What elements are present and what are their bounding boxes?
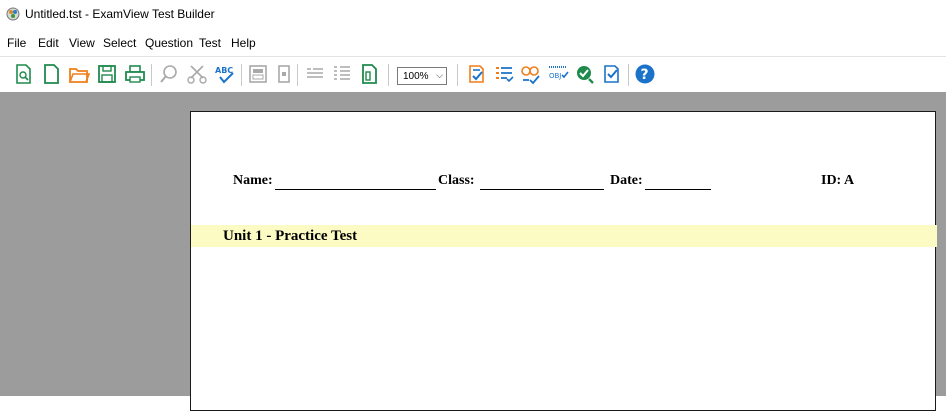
verify-icon[interactable] xyxy=(574,63,596,85)
svg-text:?: ? xyxy=(641,67,649,83)
calculator-icon[interactable] xyxy=(247,63,269,85)
toolbar-separator xyxy=(297,64,298,86)
toolbar: ABC 100% ⌵ OBJ ? xyxy=(0,56,946,93)
toggle-icon[interactable] xyxy=(273,63,295,85)
toolbar-separator xyxy=(151,64,152,86)
class-blank xyxy=(480,189,604,190)
cut-icon[interactable] xyxy=(186,63,208,85)
menu-edit[interactable]: Edit xyxy=(38,36,59,50)
menu-question[interactable]: Question xyxy=(145,36,193,50)
toolbar-separator xyxy=(628,64,629,86)
chevron-down-icon: ⌵ xyxy=(436,70,443,80)
date-blank xyxy=(645,189,711,190)
list-icon[interactable] xyxy=(304,63,326,85)
toolbar-separator xyxy=(457,64,458,86)
test-page[interactable]: Name: Class: Date: ID: A Unit 1 - Practi… xyxy=(190,111,937,411)
save-icon[interactable] xyxy=(96,63,118,85)
name-label: Name: xyxy=(233,173,273,188)
svg-text:OBJ: OBJ xyxy=(549,72,561,80)
assign-icon[interactable] xyxy=(601,63,623,85)
toolbar-separator xyxy=(241,64,242,86)
document-workspace[interactable]: Name: Class: Date: ID: A Unit 1 - Practi… xyxy=(0,92,946,411)
new-test-icon[interactable] xyxy=(12,63,34,85)
id-label: ID: A xyxy=(821,173,855,188)
zoom-select[interactable]: 100% ⌵ xyxy=(397,67,447,85)
page-icon[interactable] xyxy=(358,63,380,85)
menu-view[interactable]: View xyxy=(69,36,95,50)
test-title-band[interactable]: Unit 1 - Practice Test xyxy=(191,225,937,247)
menu-bar: File Edit View Select Question Test Help xyxy=(0,32,946,54)
window-title: Untitled.tst - ExamView Test Builder xyxy=(25,7,215,21)
numbered-list-icon[interactable] xyxy=(331,63,353,85)
class-label: Class: xyxy=(438,173,475,188)
objectives-icon[interactable]: OBJ xyxy=(547,63,569,85)
menu-help[interactable]: Help xyxy=(231,36,256,50)
answer-key-icon[interactable] xyxy=(520,63,542,85)
zoom-value: 100% xyxy=(403,71,429,82)
print-icon[interactable] xyxy=(124,63,146,85)
new-page-icon[interactable] xyxy=(40,63,62,85)
test-title: Unit 1 - Practice Test xyxy=(223,228,358,244)
title-bar: Untitled.tst - ExamView Test Builder xyxy=(0,0,946,30)
menu-file[interactable]: File xyxy=(7,36,26,50)
find-icon[interactable] xyxy=(158,63,180,85)
menu-select[interactable]: Select xyxy=(103,36,136,50)
toolbar-separator xyxy=(388,64,389,86)
date-label: Date: xyxy=(610,173,643,188)
select-questions-icon[interactable] xyxy=(466,63,488,85)
instructions-icon[interactable] xyxy=(493,63,515,85)
svg-text:ABC: ABC xyxy=(215,66,233,75)
app-icon xyxy=(6,7,20,21)
menu-test[interactable]: Test xyxy=(199,36,221,50)
name-blank xyxy=(275,189,436,190)
open-folder-icon[interactable] xyxy=(68,63,90,85)
help-icon[interactable]: ? xyxy=(634,63,656,85)
spell-check-icon[interactable]: ABC xyxy=(214,63,236,85)
